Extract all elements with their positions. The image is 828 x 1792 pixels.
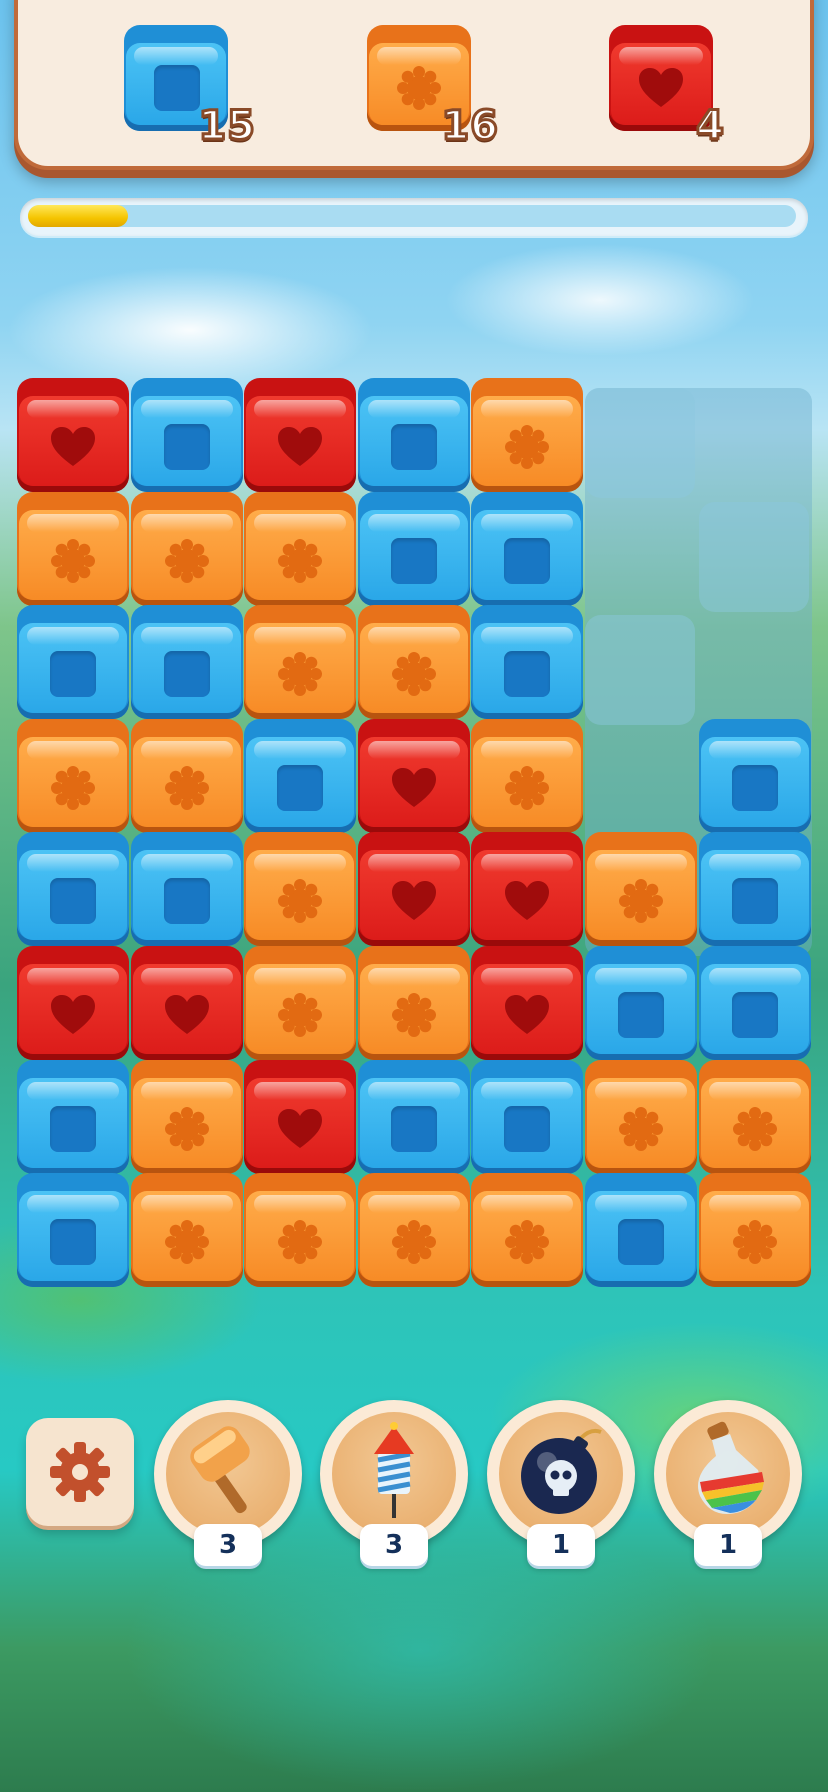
goal-orange-flower: 16: [367, 25, 499, 151]
game-board[interactable]: [17, 378, 813, 1303]
orange-block[interactable]: [471, 1173, 584, 1288]
red-block[interactable]: [357, 718, 470, 833]
red-block[interactable]: [17, 946, 129, 1060]
settings-button[interactable]: [26, 1418, 134, 1526]
blue-block[interactable]: [357, 378, 470, 492]
blue-block[interactable]: [698, 718, 811, 833]
goal-red-heart: 4: [609, 25, 725, 151]
rainbow-potion-count: 1: [694, 1524, 762, 1566]
orange-block[interactable]: [357, 1173, 470, 1288]
blue-block[interactable]: [17, 832, 129, 947]
blue-block[interactable]: [471, 605, 584, 720]
rocket-count: 3: [360, 1524, 428, 1566]
goal-count: 16: [440, 102, 500, 151]
goal-blue-square: 15: [124, 25, 256, 151]
orange-block[interactable]: [471, 718, 584, 833]
blue-block[interactable]: [471, 491, 584, 606]
orange-block[interactable]: [17, 491, 129, 606]
goals-panel: 15 16 4: [14, 0, 814, 170]
red-block[interactable]: [357, 832, 470, 947]
orange-block[interactable]: [17, 718, 129, 833]
blue-block[interactable]: [585, 1173, 697, 1288]
blue-block[interactable]: [17, 1059, 129, 1174]
level-progress-bar: [20, 198, 808, 236]
blue-block[interactable]: [244, 718, 357, 833]
empty-slot: [698, 501, 809, 612]
goal-count: 4: [695, 102, 726, 151]
red-block[interactable]: [130, 946, 243, 1060]
blue-block[interactable]: [17, 1173, 129, 1288]
blue-block[interactable]: [130, 378, 243, 492]
progress-fill: [28, 205, 128, 227]
orange-block[interactable]: [585, 832, 697, 947]
red-block[interactable]: [17, 378, 129, 492]
blue-block[interactable]: [357, 1059, 470, 1174]
empty-slot: [585, 615, 695, 726]
orange-block[interactable]: [244, 491, 357, 606]
bomb-count: 1: [527, 1524, 595, 1566]
blue-block[interactable]: [585, 946, 697, 1060]
orange-block[interactable]: [244, 605, 357, 720]
orange-block[interactable]: [698, 1059, 811, 1174]
orange-block[interactable]: [130, 491, 243, 606]
blue-block[interactable]: [17, 605, 129, 720]
orange-block[interactable]: [244, 946, 357, 1060]
rocket-booster[interactable]: 3: [320, 1400, 468, 1566]
orange-block[interactable]: [585, 1059, 697, 1174]
orange-block[interactable]: [698, 1173, 811, 1288]
red-block[interactable]: [244, 378, 357, 492]
blue-block[interactable]: [471, 1059, 584, 1174]
bomb-icon: [521, 1428, 602, 1514]
hammer-count: 3: [194, 1524, 262, 1566]
empty-slot: [585, 388, 695, 498]
orange-block[interactable]: [130, 1173, 243, 1288]
orange-block[interactable]: [357, 946, 470, 1060]
goal-count: 15: [197, 102, 257, 151]
orange-block[interactable]: [130, 1059, 243, 1174]
blue-block[interactable]: [698, 946, 811, 1060]
rainbow-potion-booster[interactable]: 1: [654, 1400, 802, 1566]
gear-icon: [50, 1442, 110, 1502]
orange-block[interactable]: [244, 1173, 357, 1288]
orange-block[interactable]: [130, 718, 243, 833]
red-block[interactable]: [244, 1059, 357, 1174]
blue-block[interactable]: [130, 605, 243, 720]
blue-block[interactable]: [698, 832, 811, 947]
hammer-booster[interactable]: 3: [154, 1400, 302, 1566]
blue-block[interactable]: [130, 832, 243, 947]
potion-icon: [698, 1421, 764, 1514]
orange-block[interactable]: [471, 378, 584, 492]
bomb-booster[interactable]: 1: [487, 1400, 635, 1566]
orange-block[interactable]: [357, 605, 470, 720]
red-block[interactable]: [471, 946, 584, 1060]
red-block[interactable]: [471, 832, 584, 947]
rocket-icon: [374, 1422, 414, 1518]
blue-block[interactable]: [357, 491, 470, 606]
orange-block[interactable]: [244, 832, 357, 947]
hammer-icon: [190, 1426, 250, 1514]
